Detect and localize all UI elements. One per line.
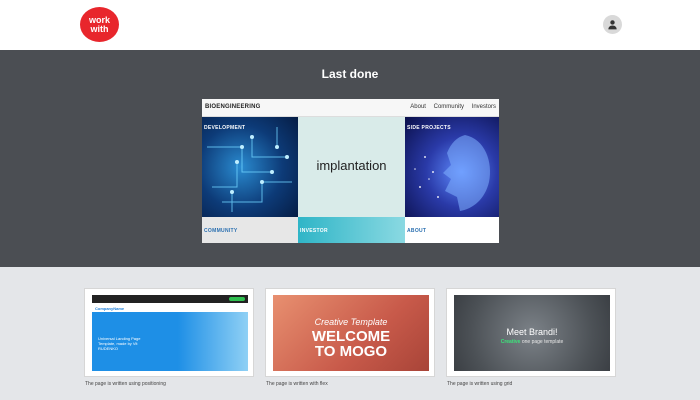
circuit-board-image <box>207 127 292 212</box>
project-caption: The page is written using grid <box>447 381 513 387</box>
preview-link-investors: Investors <box>471 104 496 110</box>
logo[interactable]: work with <box>80 7 119 42</box>
preview-nav-links: About Community Investors <box>404 104 496 110</box>
preview-script-text: Creative Template <box>314 317 388 327</box>
tile-investor: INVESTOR <box>298 217 405 243</box>
project-card-positioning[interactable]: CompanyName Universal Landing Page Templ… <box>84 288 254 377</box>
preview-subheading-accent: Creative <box>500 339 521 345</box>
user-icon <box>608 20 617 30</box>
preview-heading-line-1: WELCOME <box>311 328 391 345</box>
preview-link-community: Community <box>433 104 464 110</box>
hero-section: Last done BIOENGINEERING About Community… <box>0 50 700 267</box>
tile-investor-label: INVESTOR <box>300 228 328 234</box>
projects-gallery: CompanyName Universal Landing Page Templ… <box>0 267 700 400</box>
project-preview-image: Meet Brandi! Creative one page template <box>454 295 610 371</box>
preview-brand: BIOENGINEERING <box>205 104 261 110</box>
logo-line-2: with <box>90 24 109 34</box>
project-preview-image: Creative Template WELCOME TO MOGO <box>273 295 429 371</box>
preview-heading: WELCOME TO MOGO <box>273 329 429 359</box>
project-card-grid[interactable]: Meet Brandi! Creative one page template <box>446 288 616 377</box>
digital-face-image <box>414 135 490 211</box>
preview-heading-line-2: TO MOGO <box>314 343 388 360</box>
preview-logo: CompanyName <box>95 306 125 311</box>
tile-side-projects-label: SIDE PROJECTS <box>407 125 451 131</box>
tile-development: DEVELOPMENT <box>202 117 298 217</box>
preview-link-about: About <box>410 104 426 110</box>
project-caption: The page is written using positioning <box>85 381 166 387</box>
preview-subheading-rest: one page template <box>520 339 564 345</box>
tile-implantation-label: implantation <box>316 158 387 173</box>
tile-about: ABOUT <box>405 217 499 243</box>
hero-title: Last done <box>321 67 379 81</box>
tile-development-label: DEVELOPMENT <box>204 125 246 131</box>
tile-community: COMMUNITY <box>202 217 298 243</box>
header: work with <box>0 0 700 50</box>
user-account-button[interactable] <box>603 15 622 34</box>
project-card-flex[interactable]: Creative Template WELCOME TO MOGO <box>265 288 435 377</box>
preview-subheading: Creative one page template <box>454 339 610 345</box>
tile-implantation: implantation <box>298 117 405 217</box>
tile-side-projects: SIDE PROJECTS <box>405 117 499 217</box>
tile-about-label: ABOUT <box>407 228 427 234</box>
featured-project-preview[interactable]: BIOENGINEERING About Community Investors <box>202 99 499 243</box>
preview-headline: Universal Landing Page Template, made by… <box>98 336 141 351</box>
preview-navbar: BIOENGINEERING About Community Investors <box>202 99 499 117</box>
project-caption: The page is written with flex <box>266 381 328 387</box>
project-preview-image: CompanyName Universal Landing Page Templ… <box>92 295 248 371</box>
preview-heading: Meet Brandi! <box>506 327 558 337</box>
tile-community-label: COMMUNITY <box>204 228 238 234</box>
